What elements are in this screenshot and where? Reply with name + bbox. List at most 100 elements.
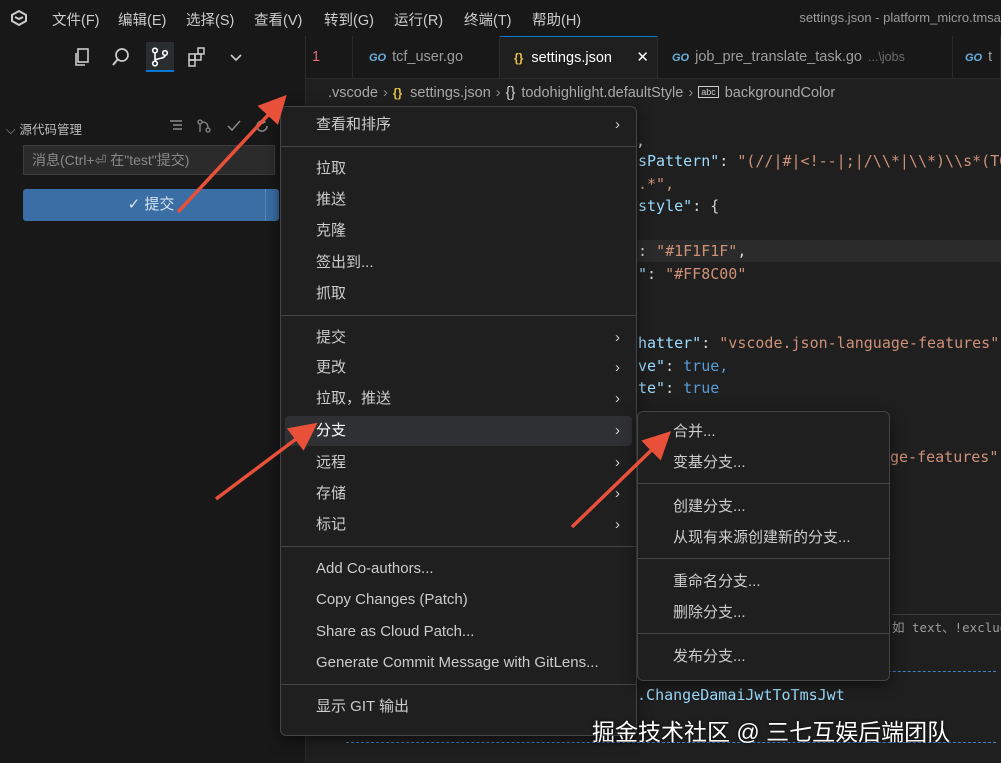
close-icon[interactable]: ✕ [636,37,649,79]
go-file-icon: GO [965,52,983,64]
submenu-item-publish-branch[interactable]: 发布分支... [642,642,885,672]
menu-separator [281,684,636,685]
code-bool: true [683,379,720,397]
menu-item-view-sort[interactable]: 查看和排序 › [285,110,632,140]
tab-label: settings.json [531,50,612,66]
view-as-tree-icon[interactable] [168,118,184,134]
menu-help[interactable]: 帮助(H) [532,9,581,30]
menu-item-pull[interactable]: 拉取 [285,154,632,184]
breadcrumb-file[interactable]: settings.json [410,85,491,101]
collapse-chevron-icon: ⌵ [6,123,16,137]
tab-truncated[interactable]: GO t [953,36,1001,78]
submenu-item-rename-branch[interactable]: 重命名分支... [642,567,885,597]
menu-item-pull-push[interactable]: 拉取，推送 › [285,384,632,414]
code-key: te" [638,379,666,397]
menu-edit[interactable]: 编辑(E) [118,9,166,30]
menu-separator [281,146,636,147]
code-text: , [636,132,646,150]
source-control-title: 源代码管理 [19,123,82,137]
code-string: "vscode.json-language-features" [719,334,1000,352]
menu-selection[interactable]: 选择(S) [186,9,234,30]
submenu-item-merge[interactable]: 合并... [642,417,885,447]
chevron-right-icon: › [615,516,620,533]
chevron-down-icon[interactable] [225,46,247,68]
menu-item-add-coauthors[interactable]: Add Co-authors... [285,554,632,584]
commit-message-input[interactable]: 消息(Ctrl+⏎ 在"test"提交) [23,145,275,175]
explorer-icon[interactable] [72,46,94,68]
refresh-icon[interactable] [254,118,270,134]
menu-item-stash[interactable]: 存储 › [285,479,632,509]
menu-item-changes[interactable]: 更改 › [285,353,632,383]
tab-tcf-user[interactable]: GO tcf_user.go [353,36,500,78]
submenu-item-delete-branch[interactable]: 删除分支... [642,598,885,628]
breadcrumb-folder[interactable]: .vscode [328,85,378,101]
menu-item-fetch[interactable]: 抓取 [285,279,632,309]
filter-input[interactable]: 如 text、!exclude_ [892,614,1001,641]
vscode-logo-icon [11,9,27,27]
menu-item-share-cloud-patch[interactable]: Share as Cloud Patch... [285,617,632,647]
chevron-right-icon: › [615,116,620,133]
menu-item-generate-commit-message[interactable]: Generate Commit Message with GitLens... [285,648,632,678]
tab-overflow[interactable]: 1 [306,36,353,78]
branch-submenu: 合并... 变基分支... 创建分支... 从现有来源创建新的分支... 重命名… [637,411,890,681]
commit-button[interactable]: ✓ 提交 [23,189,279,221]
go-file-icon: GO [369,52,387,64]
breadcrumb: .vscode ›{} settings.json ›{} todohighlight.… [306,78,1001,106]
code-string: "#1F1F1F" [656,242,738,260]
commit-dropdown-button[interactable] [265,189,280,221]
tab-settings-json[interactable]: {} settings.json ✕ [500,36,658,78]
code-string: ge-features" [890,448,999,466]
chevron-right-icon: › [615,454,620,471]
title-bar: 文件(F) 编辑(E) 选择(S) 查看(V) 转到(G) 运行(R) 终端(T… [0,0,1001,36]
code-key: sPattern" [638,152,720,170]
code-string: "#FF8C00" [665,265,747,283]
menu-run[interactable]: 运行(R) [394,9,443,30]
code-key: style" [638,197,693,215]
json-file-icon: {} [392,86,403,100]
code-key: " [638,265,648,283]
commit-check-icon[interactable] [226,118,242,134]
menu-item-commit[interactable]: 提交 › [285,323,632,353]
extensions-icon[interactable] [186,46,208,68]
code-string: .*", [638,175,675,193]
submenu-item-create-branch-from[interactable]: 从现有来源创建新的分支... [642,523,885,553]
code-key: ve" [638,357,666,375]
source-control-icon[interactable] [149,46,171,68]
chevron-right-icon: › [615,329,620,346]
submenu-item-rebase[interactable]: 变基分支... [642,448,885,478]
tab-label: tcf_user.go [392,49,464,65]
menu-item-clone[interactable]: 克隆 [285,216,632,246]
menu-item-checkout[interactable]: 签出到... [285,248,632,278]
watermark: 掘金技术社区 @ 三七互娱后端团队 [592,719,951,745]
tab-path: ...\jobs [868,50,905,64]
breadcrumb-key[interactable]: todohighlight.defaultStyle [521,85,683,101]
submenu-item-create-branch[interactable]: 创建分支... [642,492,885,522]
menu-terminal[interactable]: 终端(T) [464,9,512,30]
string-icon: abc [698,86,719,98]
source-control-header[interactable]: ⌵ 源代码管理 [6,119,82,138]
menu-separator [638,558,889,559]
menu-file[interactable]: 文件(F) [52,9,100,30]
menu-separator [638,483,889,484]
code-string: "(//|#|<!--|;|/\\*|\\*)\\s*(TO [737,152,1001,170]
menu-item-show-git-output[interactable]: 显示 GIT 输出 [285,692,632,722]
menu-item-push[interactable]: 推送 [285,185,632,215]
menu-go[interactable]: 转到(G) [324,9,374,30]
menu-separator [281,546,636,547]
chevron-right-icon: › [615,485,620,502]
menu-item-branch[interactable]: 分支 › [285,416,632,446]
code-punct: : { [692,197,720,215]
menu-item-tags[interactable]: 标记 › [285,510,632,540]
menu-item-copy-changes[interactable]: Copy Changes (Patch) [285,585,632,615]
search-icon[interactable] [110,46,132,68]
chevron-right-icon: › [615,359,620,376]
menu-item-remote[interactable]: 远程 › [285,448,632,478]
code-key: hatter" [638,334,702,352]
menu-view[interactable]: 查看(V) [254,9,302,30]
tab-job-pre-translate[interactable]: GO job_pre_translate_task.go ...\jobs [658,36,953,78]
breadcrumb-property[interactable]: backgroundColor [725,85,835,101]
chevron-right-icon: › [615,390,620,407]
graph-icon[interactable] [196,118,212,134]
menu-separator [281,315,636,316]
breadcrumb-chevron-icon: › [382,85,388,101]
